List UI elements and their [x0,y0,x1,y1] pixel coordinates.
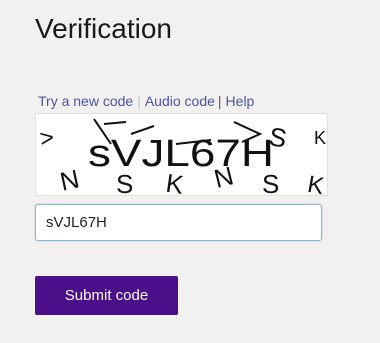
captcha-glyph: K [306,171,326,195]
page-title: Verification [35,13,172,44]
audio-code-link[interactable]: Audio code [145,93,215,109]
link-separator: | [217,93,222,109]
captcha-code-input[interactable] [35,204,322,241]
captcha-glyph: > [38,124,56,153]
captcha-options: Try a new code | Audio code | Help [38,93,254,109]
captcha-image: > S K sVJL67H N S K N S K [35,113,328,196]
link-separator: | [137,93,141,109]
captcha-noise-stroke [103,121,127,125]
help-link[interactable]: Help [226,93,255,109]
captcha-glyph: K [314,128,326,148]
captcha-glyph: S [116,169,133,195]
captcha-glyph: S [262,169,279,195]
try-new-code-link[interactable]: Try a new code [38,93,133,109]
captcha-glyph: K [164,168,186,195]
submit-code-button[interactable]: Submit code [35,276,178,315]
captcha-glyph: N [57,163,82,195]
captcha-graphic: > S K sVJL67H N S K N S K [38,118,326,195]
